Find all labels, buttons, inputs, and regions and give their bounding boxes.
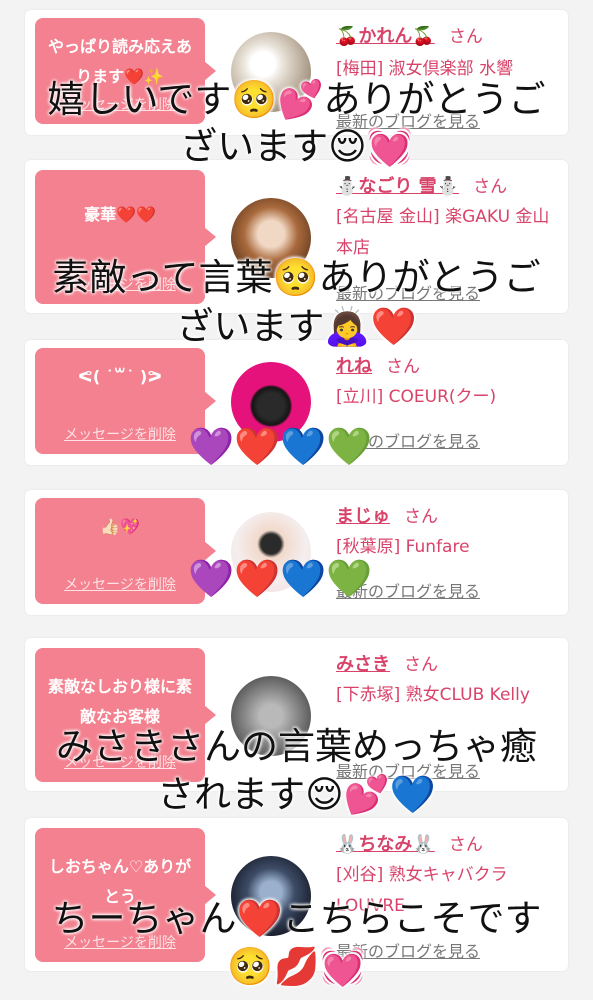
delete-message-link[interactable]: メッセージを削除 <box>35 574 205 594</box>
honorific: さん <box>404 655 438 675</box>
author-name-link[interactable]: 🐰ちなみ🐰 <box>336 834 435 855</box>
honorific: さん <box>448 835 483 855</box>
message-text: 豪華❤️❤️ <box>84 205 156 224</box>
overlay-heart-emojis: 💜❤️💙💚 <box>188 557 373 600</box>
message-bubble: 👍🏻💖 メッセージを削除 <box>35 498 216 604</box>
honorific: さん <box>473 177 508 197</box>
overlay-reply-text: ざいます🙇‍♀️❤️ <box>176 305 417 348</box>
honorific: さん <box>448 27 483 47</box>
delete-message-link[interactable]: メッセージを削除 <box>35 424 205 444</box>
overlay-reply-text: 素敵って言葉🥺ありがとうご <box>52 256 541 299</box>
honorific: さん <box>386 357 420 377</box>
overlay-heart-emojis: 💜❤️💙💚 <box>188 425 373 468</box>
author-name-link[interactable]: ⛄なごり 雪⛄ <box>336 176 459 197</box>
shop-name: [下赤塚] 熟女CLUB Kelly <box>336 685 530 705</box>
author-name-link[interactable]: 🍒かれん🍒 <box>336 26 435 47</box>
honorific: さん <box>404 507 438 527</box>
message-text: 👍🏻💖 <box>100 517 140 536</box>
shop-name: [立川] COEUR(クー) <box>336 387 497 407</box>
overlay-reply-text: 🥺💋💓 <box>227 945 366 988</box>
overlay-reply-text: ちーちゃん❤️こちらこそです <box>51 897 542 940</box>
author-name-link[interactable]: れね <box>336 356 372 377</box>
message-text: ᕙ( ˙꒳˙ )ᕗ <box>78 367 162 386</box>
message-bubble: ᕙ( ˙꒳˙ )ᕗ メッセージを削除 <box>35 348 216 454</box>
message-text: 素敵なしおり様に素敵なお客様 <box>47 677 192 726</box>
overlay-reply-text: 嬉しいです🥺💕ありがとうご <box>47 78 546 121</box>
author-name-link[interactable]: みさき <box>336 654 390 675</box>
overlay-reply-text: ざいます😌💓 <box>180 125 413 168</box>
overlay-reply-text: みさきさんの言葉めっちゃ癒 <box>56 725 537 768</box>
overlay-reply-text: されます😌💕💙 <box>157 773 436 816</box>
author-name-link[interactable]: まじゅ <box>336 506 390 527</box>
